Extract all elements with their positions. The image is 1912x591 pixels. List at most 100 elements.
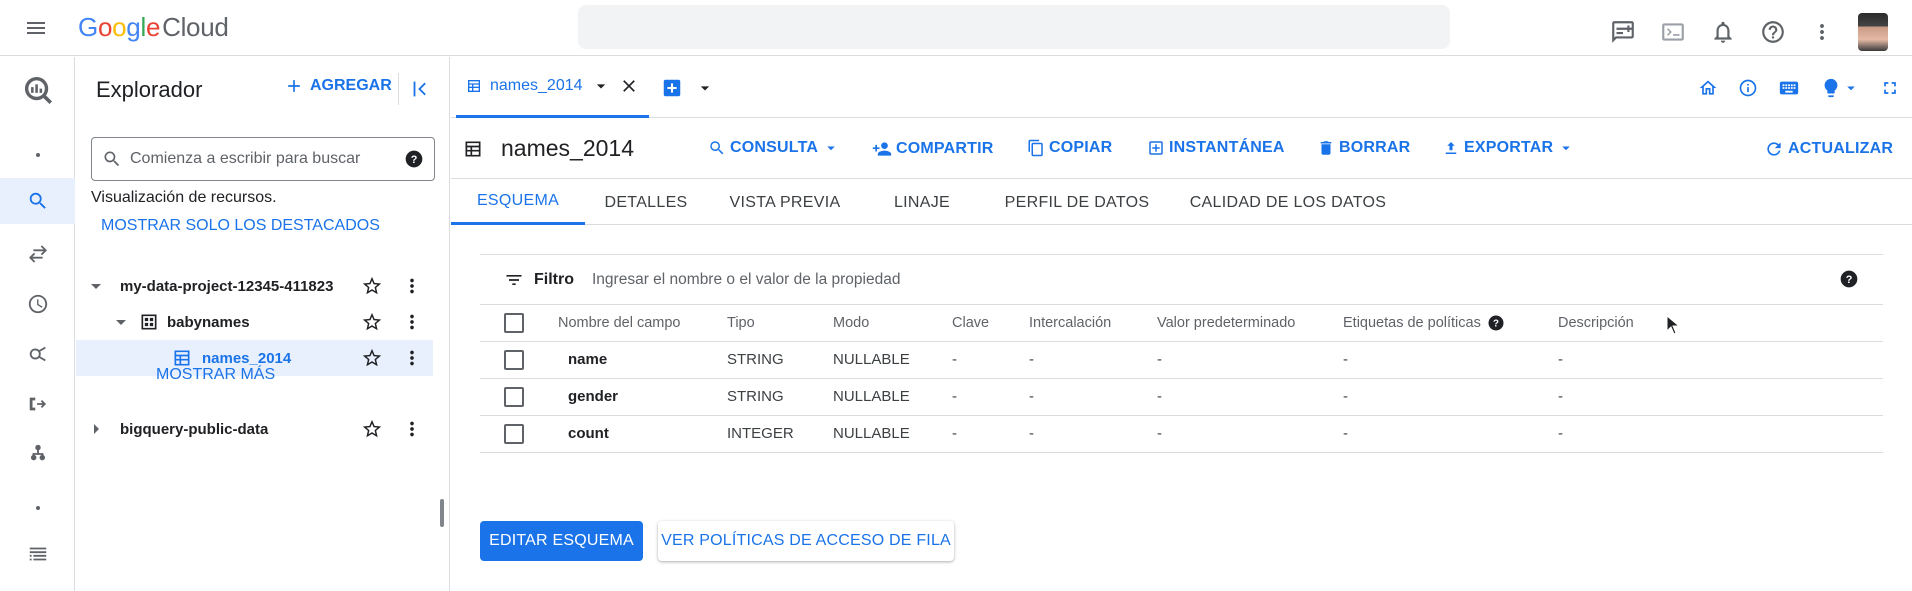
row-checkbox[interactable] xyxy=(504,423,524,444)
close-icon[interactable] xyxy=(619,76,639,96)
star-icon[interactable] xyxy=(361,311,383,333)
select-all-checkbox[interactable] xyxy=(504,313,524,334)
field-default: - xyxy=(1157,378,1343,416)
logo-google-text: Google xyxy=(78,12,161,42)
field-key: - xyxy=(952,415,1029,453)
select-all-cell[interactable] xyxy=(480,306,558,342)
chevron-down-icon xyxy=(1847,86,1855,91)
pipelines-icon[interactable] xyxy=(0,381,75,427)
feedback-icon[interactable] xyxy=(1610,19,1636,45)
caret-right-icon[interactable] xyxy=(84,417,108,441)
tips-menu[interactable] xyxy=(1820,77,1860,99)
column-header-policy-tags[interactable]: Etiquetas de políticas ? xyxy=(1343,306,1558,342)
star-icon[interactable] xyxy=(361,347,383,369)
chevron-down-icon[interactable] xyxy=(695,78,715,98)
share-button[interactable]: COMPARTIR xyxy=(872,139,994,159)
help-icon[interactable]: ? xyxy=(1839,269,1859,289)
column-header[interactable]: Descripción xyxy=(1558,306,1883,342)
info-icon[interactable] xyxy=(1738,78,1758,98)
chevron-down-icon[interactable] xyxy=(591,76,611,96)
dataset-icon xyxy=(141,314,157,330)
filter-icon xyxy=(506,274,522,285)
column-header[interactable]: Clave xyxy=(952,306,1029,342)
more-vert-icon[interactable] xyxy=(401,418,423,440)
analytics-icon[interactable] xyxy=(0,331,75,377)
tab-esquema[interactable]: ESQUEMA xyxy=(451,180,585,225)
export-button[interactable]: EXPORTAR xyxy=(1442,139,1575,157)
filter-input[interactable]: Ingresar el nombre o el valor de la prop… xyxy=(592,271,900,289)
avatar[interactable] xyxy=(1858,13,1888,51)
edit-schema-button[interactable]: EDITAR ESQUEMA xyxy=(480,521,643,561)
add-button[interactable]: AGREGAR xyxy=(284,76,392,96)
more-vert-icon[interactable] xyxy=(401,347,423,369)
help-icon[interactable] xyxy=(1760,19,1786,45)
help-icon[interactable]: ? xyxy=(404,149,424,169)
tree-item-dataset[interactable]: babynames xyxy=(76,304,433,340)
cloud-shell-icon[interactable] xyxy=(1660,19,1686,45)
row-checkbox[interactable] xyxy=(504,349,524,370)
column-header[interactable]: Modo xyxy=(833,306,952,342)
refresh-button[interactable]: ACTUALIZAR xyxy=(1764,139,1893,159)
copy-button[interactable]: COPIAR xyxy=(1027,139,1112,157)
caret-down-icon[interactable] xyxy=(109,310,133,334)
keyboard-icon[interactable] xyxy=(1778,77,1800,99)
home-icon[interactable] xyxy=(1698,78,1718,98)
table-row[interactable]: gender STRING NULLABLE - - - - - xyxy=(480,378,1883,416)
column-header[interactable]: Valor predeterminado xyxy=(1157,306,1343,342)
caret-down-icon[interactable] xyxy=(84,274,108,298)
google-cloud-logo[interactable]: GoogleCloud xyxy=(78,12,229,43)
schema-filter-bar[interactable]: Filtro Ingresar el nombre o el valor de … xyxy=(480,254,1883,305)
show-more-link[interactable]: MOSTRAR MÁS xyxy=(156,366,275,384)
collapse-panel-icon[interactable] xyxy=(398,73,431,105)
main-menu-icon[interactable] xyxy=(24,16,48,40)
snapshot-button[interactable]: INSTANTÁNEA xyxy=(1147,139,1285,157)
filter-label: Filtro xyxy=(504,270,574,290)
notifications-icon[interactable] xyxy=(1710,19,1736,45)
global-search-bar[interactable] xyxy=(578,5,1450,49)
tree-item-project[interactable]: bigquery-public-data xyxy=(76,411,433,447)
column-header[interactable]: Intercalación xyxy=(1029,306,1157,342)
panel-resize-handle[interactable] xyxy=(440,499,444,527)
tab-vista-previa[interactable]: VISTA PREVIA xyxy=(707,180,863,225)
dot-icon xyxy=(0,485,75,531)
tab-perfil-de-datos[interactable]: PERFIL DE DATOS xyxy=(981,180,1173,225)
delete-button[interactable]: BORRAR xyxy=(1317,139,1410,157)
fullscreen-icon[interactable] xyxy=(1880,78,1900,98)
star-icon[interactable] xyxy=(361,275,383,297)
query-button[interactable]: CONSULTA xyxy=(708,139,840,157)
history-icon[interactable] xyxy=(0,281,75,327)
explorer-search-input[interactable] xyxy=(130,150,396,168)
tab-linaje[interactable]: LINAJE xyxy=(863,180,981,225)
explorer-search-box[interactable]: ? xyxy=(91,137,435,181)
chevron-down-icon xyxy=(827,146,835,151)
tab-detalles[interactable]: DETALLES xyxy=(585,180,707,225)
help-icon[interactable]: ? xyxy=(1487,314,1505,332)
star-icon[interactable] xyxy=(361,418,383,440)
table-title: names_2014 xyxy=(463,135,634,162)
more-vert-icon[interactable] xyxy=(401,311,423,333)
connections-icon[interactable] xyxy=(0,431,75,477)
bigquery-logo-icon[interactable] xyxy=(0,67,75,113)
table-row[interactable]: name STRING NULLABLE - - - - - xyxy=(480,341,1883,379)
tab-calidad-de-los-datos[interactable]: CALIDAD DE LOS DATOS xyxy=(1173,180,1403,225)
list-icon[interactable] xyxy=(0,531,75,577)
topbar-actions xyxy=(1610,13,1888,51)
search-icon[interactable] xyxy=(0,178,75,224)
view-row-access-policies-button[interactable]: VER POLÍTICAS DE ACCESO DE FILA xyxy=(658,521,954,561)
more-vert-icon[interactable] xyxy=(401,275,423,297)
lightbulb-icon xyxy=(1824,78,1838,98)
show-starred-only-link[interactable]: MOSTRAR SOLO LOS DESTACADOS xyxy=(101,217,380,235)
tree-item-project[interactable]: my-data-project-12345-411823 xyxy=(76,268,433,304)
more-vert-icon[interactable] xyxy=(1810,20,1834,44)
row-checkbox[interactable] xyxy=(504,386,524,407)
tab-names-2014[interactable]: names_2014 xyxy=(456,57,649,118)
delete-button-label: BORRAR xyxy=(1339,139,1411,156)
field-key: - xyxy=(952,378,1029,416)
new-query-icon[interactable] xyxy=(661,77,683,99)
column-header[interactable]: Nombre del campo xyxy=(558,306,727,342)
plus-icon xyxy=(288,80,300,92)
transfers-icon[interactable] xyxy=(0,231,75,277)
column-header[interactable]: Tipo xyxy=(727,306,833,342)
resources-label: Visualización de recursos. xyxy=(91,189,277,206)
table-row[interactable]: count INTEGER NULLABLE - - - - - xyxy=(480,415,1883,453)
